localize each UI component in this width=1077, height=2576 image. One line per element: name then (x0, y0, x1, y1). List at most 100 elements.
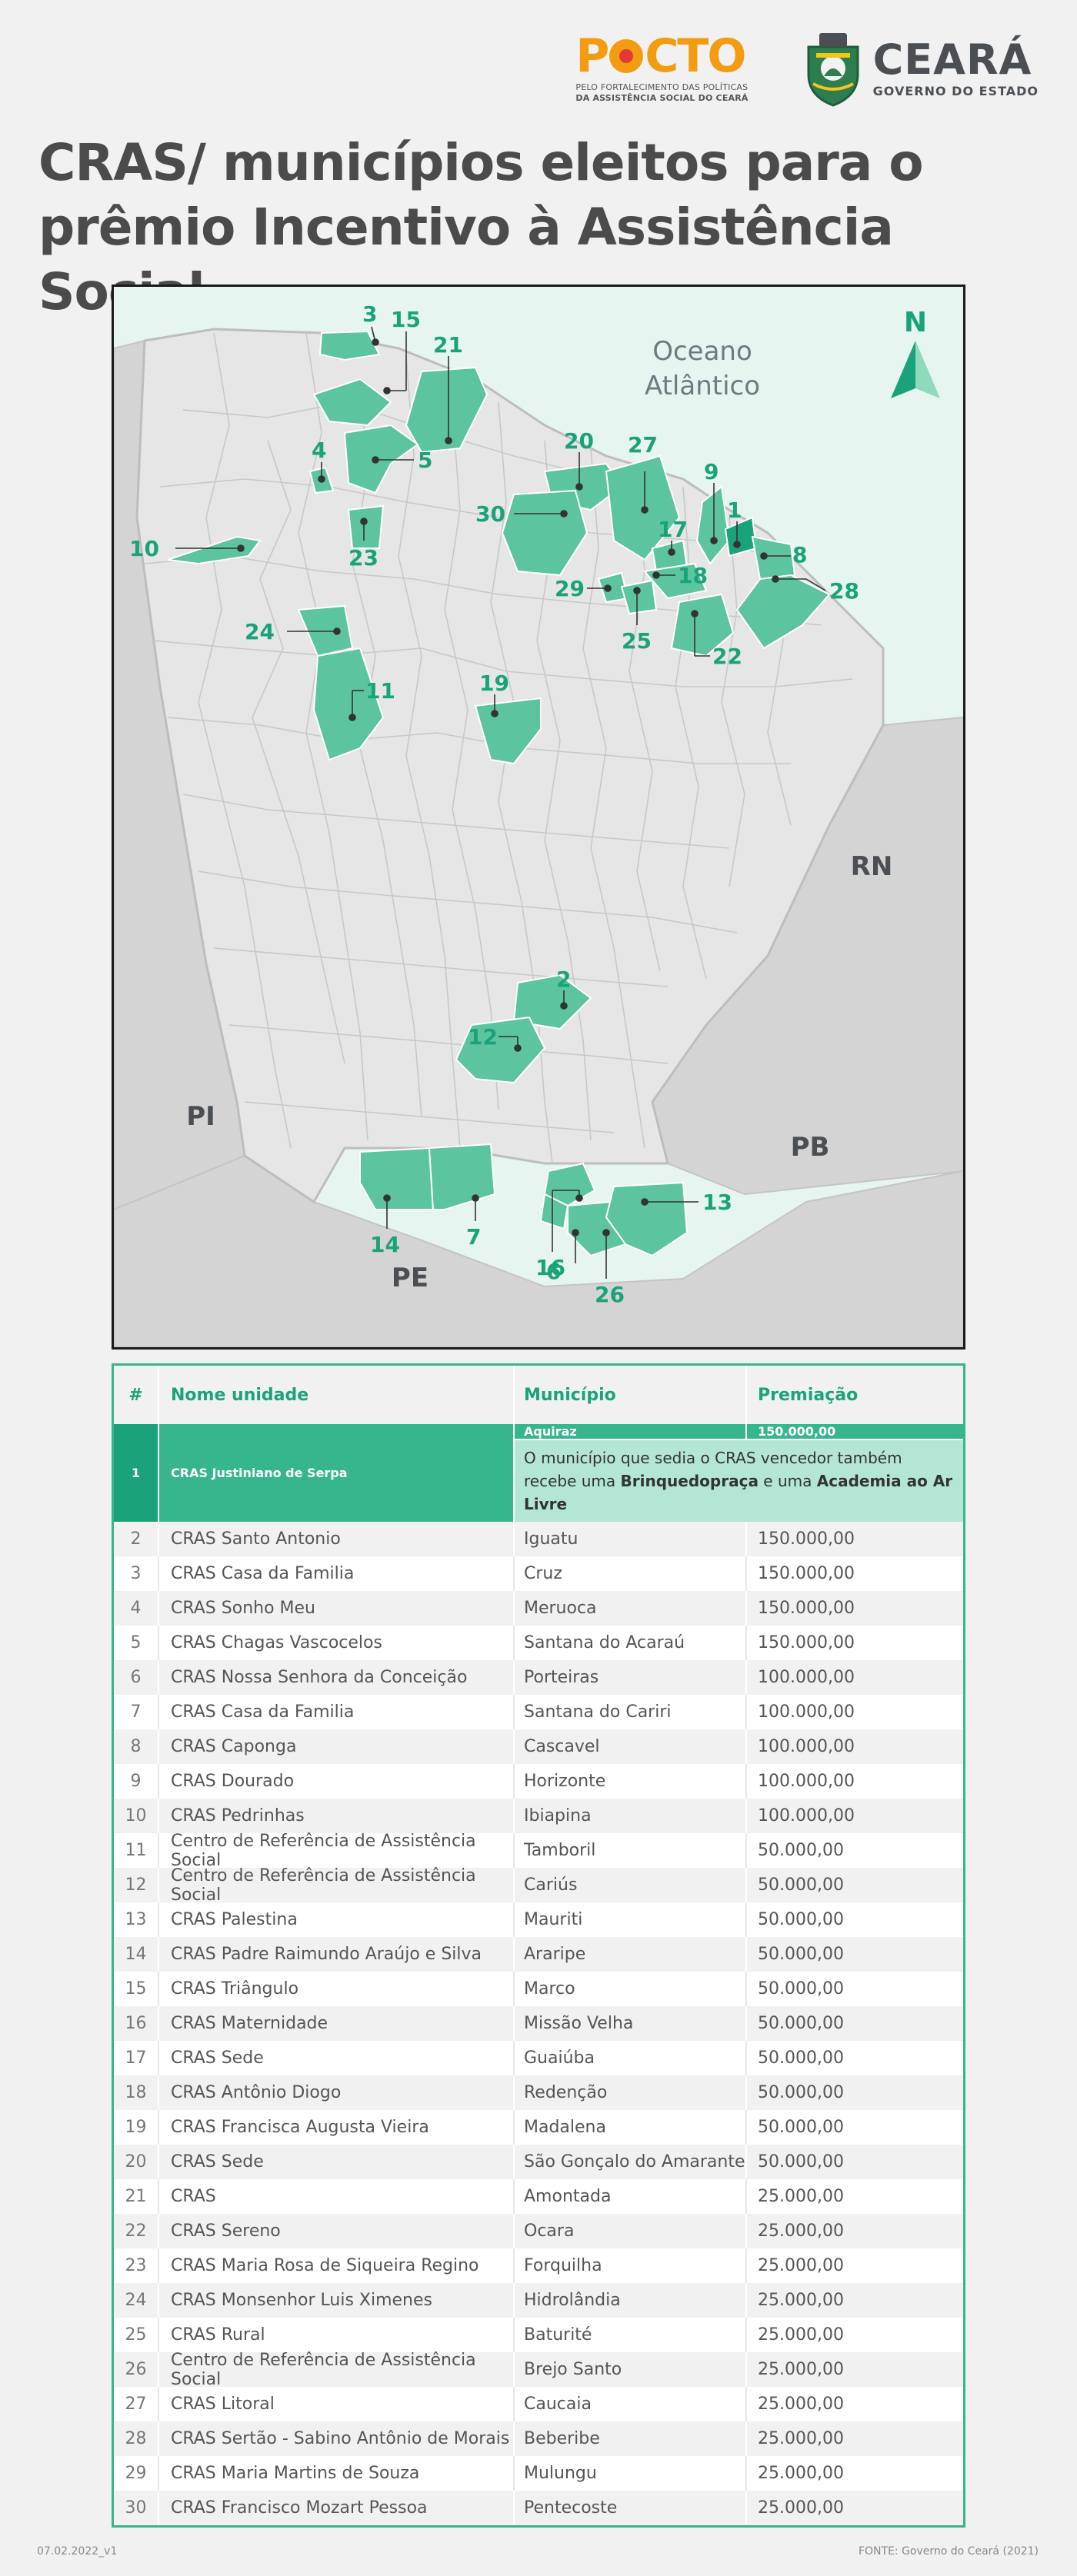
map-label-16: 16 (535, 1255, 565, 1280)
row-municipio: Porteiras (513, 1660, 745, 1695)
row-name: CRAS Monsenhor Luis Ximenes (158, 2283, 513, 2318)
row-name: CRAS Sede (158, 2041, 513, 2075)
table-row: 21 CRAS Amontada 25.000,00 (114, 2179, 963, 2214)
row-num: 4 (130, 1599, 142, 1618)
row-num: 17 (125, 2048, 147, 2068)
row-num: 15 (125, 1979, 147, 1999)
row-premiacao: 50.000,00 (745, 1937, 963, 1972)
winner-note-bold-1: Brinquedopraça (620, 1472, 759, 1490)
map-label-29: 29 (555, 576, 585, 601)
row-name: Centro de Referência de Assistência Soci… (158, 2351, 513, 2389)
state-label-rn: RN (851, 851, 893, 882)
row-premiacao: 50.000,00 (745, 1868, 963, 1902)
region-14 (359, 1147, 435, 1210)
row-premiacao: 25.000,00 (745, 2421, 963, 2456)
row-num: 28 (125, 2429, 147, 2448)
ceara-subtitle: GOVERNO DO ESTADO (872, 83, 1039, 98)
table-row: 25 CRAS Rural Baturité 25.000,00 (114, 2318, 963, 2352)
row-name: CRAS Sertão - Sabino Antônio de Morais (158, 2421, 513, 2456)
row-name: CRAS Antônio Diogo (158, 2075, 513, 2110)
row-municipio: Santana do Cariri (513, 1695, 745, 1729)
map-label-19: 19 (479, 671, 509, 696)
winner-num: 1 (114, 1424, 158, 1522)
row-premiacao: 50.000,00 (745, 2145, 963, 2179)
row-name: CRAS (158, 2179, 513, 2214)
map-label-23: 23 (348, 545, 378, 571)
row-name: CRAS Casa da Familia (158, 1556, 513, 1591)
row-name: CRAS Sede (158, 2145, 513, 2179)
table-row: 4 CRAS Sonho Meu Meruoca 150.000,00 (114, 1591, 963, 1626)
region-23 (347, 504, 385, 549)
table-row: 15 CRAS Triângulo Marco 50.000,00 (114, 1972, 963, 2006)
row-premiacao: 25.000,00 (745, 2248, 963, 2283)
row-name: CRAS Palestina (158, 1902, 513, 1937)
row-name: CRAS Padre Raimundo Araújo e Silva (158, 1937, 513, 1972)
row-num: 19 (125, 2118, 147, 2137)
row-num: 23 (125, 2256, 147, 2275)
row-premiacao: 50.000,00 (745, 2006, 963, 2041)
row-premiacao: 150.000,00 (745, 1556, 963, 1591)
row-municipio: Brejo Santo (513, 2352, 745, 2387)
pacto-tagline-line1: PELO FORTALECIMENTO DAS POLÍTICAS (575, 82, 749, 92)
table-row: 3 CRAS Casa da Familia Cruz 150.000,00 (114, 1556, 963, 1591)
map-label-8: 8 (792, 542, 807, 567)
header-municipio: Município (513, 1366, 745, 1424)
table-row: 22 CRAS Sereno Ocara 25.000,00 (114, 2214, 963, 2248)
table-row: 19 CRAS Francisca Augusta Vieira Madalena 5… (114, 2110, 963, 2145)
table-row: 12 Centro de Referência de Assistência So… (114, 1866, 963, 1905)
row-num: 22 (125, 2222, 147, 2241)
row-name: CRAS Litoral (158, 2387, 513, 2421)
pacto-tagline: PELO FORTALECIMENTO DAS POLÍTICAS DA ASS… (575, 82, 748, 104)
map-label-26: 26 (595, 1282, 625, 1307)
row-num: 9 (130, 1772, 142, 1791)
row-num: 18 (125, 2083, 147, 2102)
row-num: 16 (125, 2014, 147, 2033)
ocean-label-line2: Atlântico (645, 371, 760, 401)
pacto-logo: P CTO PELO FORTALECIMENTO DAS POLÍTICAS D… (575, 33, 748, 104)
row-num: 26 (125, 2360, 147, 2379)
row-name: CRAS Triângulo (158, 1972, 513, 2006)
map-label-10: 10 (129, 536, 159, 561)
row-name: CRAS Rural (158, 2318, 513, 2352)
row-name: CRAS Francisco Mozart Pessoa (158, 2491, 513, 2525)
row-municipio: Meruoca (513, 1591, 745, 1626)
table-row: 26 Centro de Referência de Assistência So… (114, 2351, 963, 2389)
row-premiacao: 50.000,00 (745, 1972, 963, 2006)
row-municipio: Forquilha (513, 2248, 745, 2283)
map-label-9: 9 (704, 459, 719, 484)
map-label-4: 4 (312, 438, 326, 463)
table-row: 16 CRAS Maternidade Missão Velha 50.000,00 (114, 2006, 963, 2041)
winner-name: CRAS Justiniano de Serpa (158, 1424, 513, 1522)
ceara-logo: CEARÁ GOVERNO DO ESTADO (802, 30, 1039, 107)
table-row: 13 CRAS Palestina Mauriti 50.000,00 (114, 1902, 963, 1937)
row-premiacao: 100.000,00 (745, 1660, 963, 1695)
map-label-20: 20 (564, 428, 594, 454)
table-row: 9 CRAS Dourado Horizonte 100.000,00 (114, 1764, 963, 1799)
row-premiacao: 50.000,00 (745, 2075, 963, 2110)
map-label-24: 24 (245, 619, 275, 644)
table-body: 2 CRAS Santo Antonio Iguatu 150.000,00 3 CRAS… (114, 1522, 963, 2525)
region-3 (318, 330, 381, 361)
table-row: 14 CRAS Padre Raimundo Araújo e Silva Arar… (114, 1937, 963, 1972)
row-num: 21 (125, 2187, 147, 2206)
row-num: 20 (125, 2152, 147, 2172)
row-premiacao: 25.000,00 (745, 2456, 963, 2491)
row-municipio: Guaiúba (513, 2041, 745, 2075)
row-num: 14 (125, 1945, 147, 1964)
pacto-dot-icon (609, 39, 644, 73)
table-row: 17 CRAS Sede Guaiúba 50.000,00 (114, 2041, 963, 2075)
row-num: 2 (130, 1529, 142, 1549)
row-premiacao: 150.000,00 (745, 1522, 963, 1556)
map-label-11: 11 (365, 678, 395, 704)
row-premiacao: 25.000,00 (745, 2214, 963, 2248)
row-premiacao: 25.000,00 (745, 2387, 963, 2421)
row-municipio: Ibiapina (513, 1799, 745, 1833)
row-municipio: Cruz (513, 1556, 745, 1591)
row-municipio: São Gonçalo do Amarante (513, 2145, 745, 2179)
row-municipio: Mulungu (513, 2456, 745, 2491)
north-arrow-icon: N (891, 307, 940, 398)
state-label-pi: PI (186, 1101, 215, 1132)
row-num: 27 (125, 2395, 147, 2414)
row-municipio: Redenção (513, 2075, 745, 2110)
row-name: CRAS Maria Martins de Souza (158, 2456, 513, 2491)
